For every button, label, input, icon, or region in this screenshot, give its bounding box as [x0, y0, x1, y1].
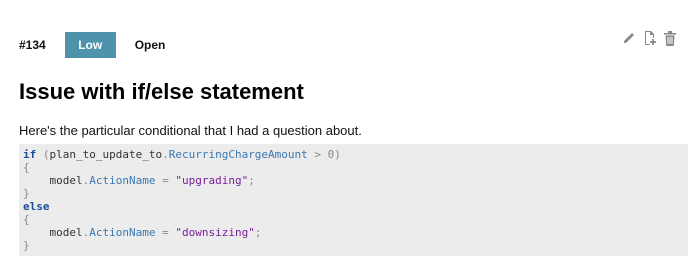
- code-line: {: [23, 213, 30, 226]
- code-line: model.ActionName = "downsizing";: [49, 226, 262, 239]
- priority-badge[interactable]: Low: [64, 32, 116, 58]
- code-line: {: [23, 161, 30, 174]
- status-label: Open: [134, 38, 166, 52]
- code-line: }: [23, 239, 30, 252]
- issue-description: Here's the particular conditional that I…: [19, 123, 362, 138]
- add-page-icon[interactable]: [642, 30, 658, 46]
- trash-icon[interactable]: [664, 30, 676, 46]
- code-line: }: [23, 187, 30, 200]
- issue-title: Issue with if/else statement: [19, 79, 304, 104]
- code-line: else: [23, 200, 50, 213]
- code-line: model.ActionName = "upgrading";: [49, 174, 255, 187]
- edit-icon[interactable]: [622, 31, 636, 45]
- code-line: if (plan_to_update_to.RecurringChargeAmo…: [23, 148, 341, 161]
- action-toolbar: [622, 30, 676, 46]
- issue-id: #134: [19, 38, 46, 52]
- issue-header: #134 Low Open: [19, 30, 688, 58]
- code-block: if (plan_to_update_to.RecurringChargeAmo…: [19, 144, 688, 256]
